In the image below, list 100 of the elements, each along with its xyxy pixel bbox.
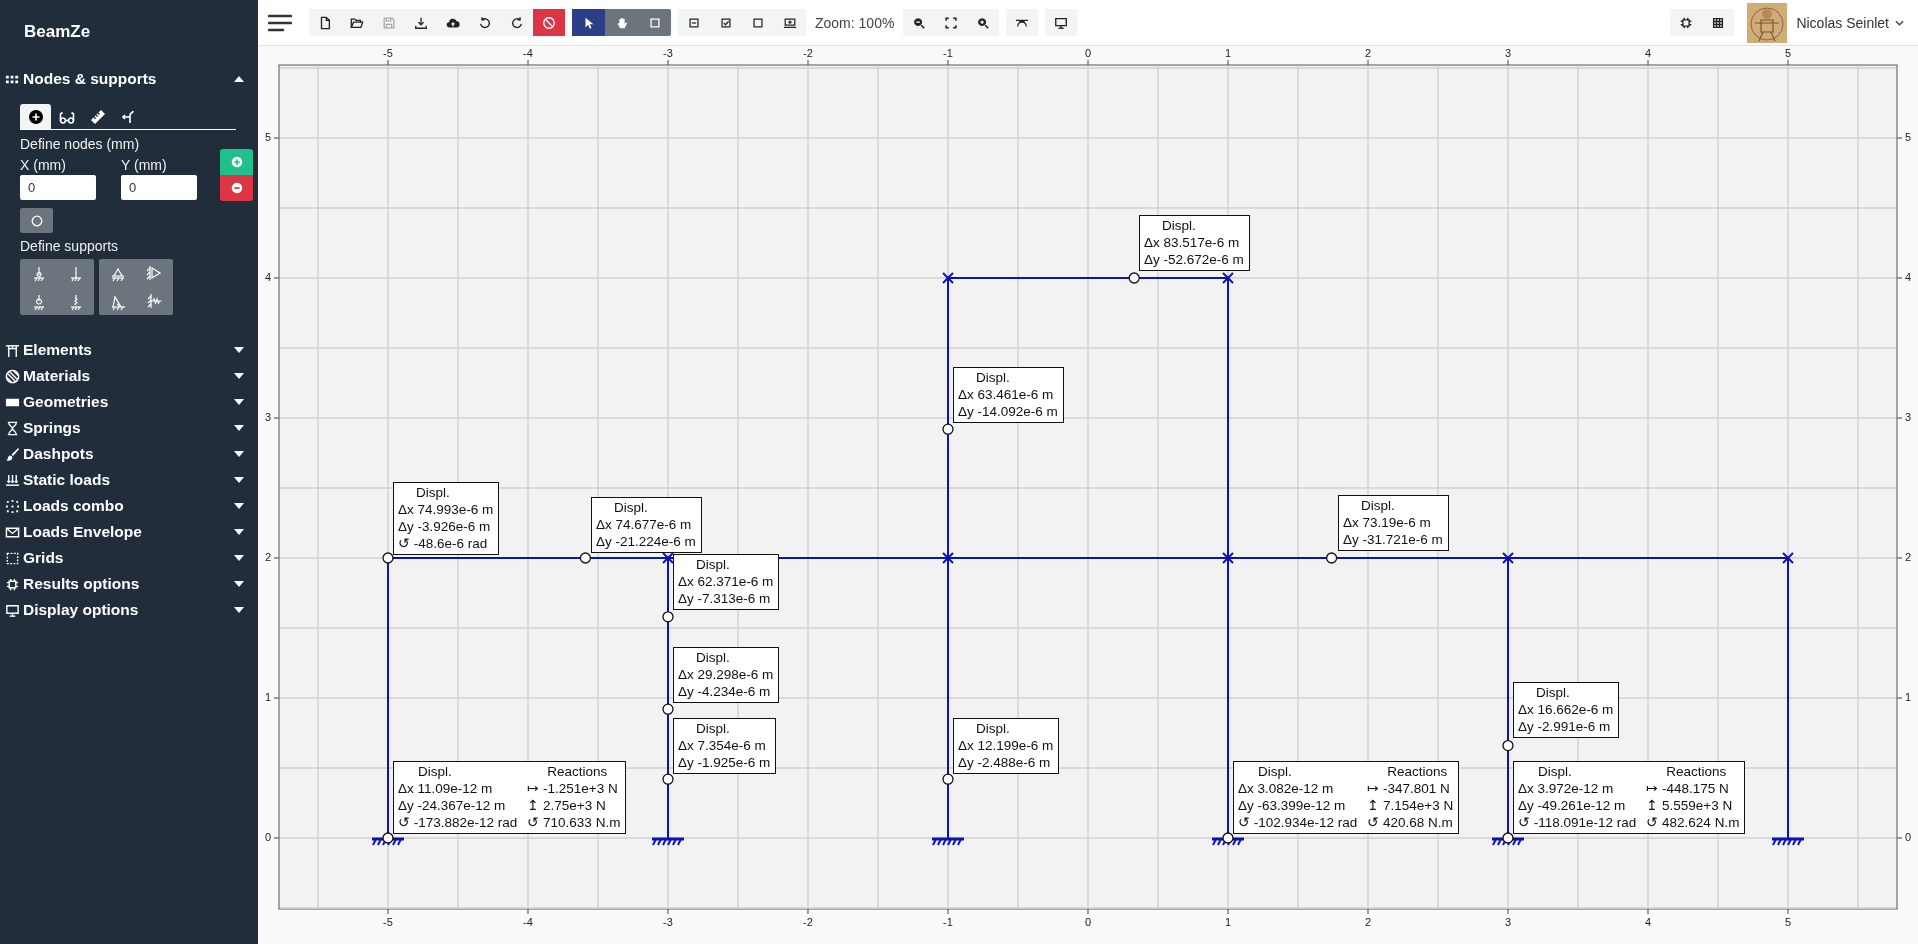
tab[interactable]	[20, 104, 51, 129]
joint-marker[interactable]	[942, 552, 954, 564]
caret-down-icon	[234, 503, 244, 509]
axis-label: 1	[264, 691, 272, 703]
section-header[interactable]: Loads Envelope	[0, 519, 258, 545]
displacement-label: Displ. Δx 12.199e-6 m Δy -2.488e-6 m	[953, 718, 1060, 774]
axis-label: 5	[1784, 916, 1792, 928]
section-header[interactable]: Elements	[0, 337, 258, 363]
fullscreen-icon	[944, 15, 959, 30]
section-header[interactable]: Materials	[0, 363, 258, 389]
avatar[interactable]	[1747, 2, 1788, 43]
brush-icon	[5, 446, 20, 462]
result-point[interactable]	[942, 423, 954, 435]
circle-button[interactable]	[20, 208, 53, 233]
result-point[interactable]	[382, 552, 394, 564]
axis-label: -4	[523, 47, 533, 59]
axis-label: 3	[1504, 47, 1512, 59]
result-point[interactable]	[579, 552, 592, 564]
result-point[interactable]	[1222, 832, 1234, 844]
square-icon	[647, 15, 662, 30]
menu-icon	[268, 12, 292, 33]
mode-button[interactable]	[572, 9, 605, 36]
axis-label: 3	[1504, 916, 1512, 928]
redo-icon	[510, 15, 524, 30]
result-point[interactable]	[1502, 832, 1514, 844]
axis-label: 2	[1364, 916, 1372, 928]
section-header[interactable]: Springs	[0, 415, 258, 441]
hourglass-icon	[5, 420, 20, 436]
section-header[interactable]: Grids	[0, 545, 258, 571]
displacement-label: Displ. Δx 29.298e-6 m Δy -4.234e-6 m	[673, 647, 780, 703]
result-point[interactable]	[382, 832, 394, 844]
axis-label: 0	[1904, 831, 1912, 843]
caret-down-icon	[234, 607, 244, 613]
joint-marker[interactable]	[662, 552, 674, 564]
axis-label: 4	[1904, 271, 1912, 283]
undo-icon	[478, 15, 492, 30]
axis-label: 4	[1644, 916, 1652, 928]
section-header[interactable]: Geometries	[0, 389, 258, 415]
caret-down-icon	[234, 399, 244, 405]
displacement-label: Displ. Δx 7.354e-6 m Δy -1.925e-6 m	[673, 718, 777, 774]
download-icon	[414, 15, 428, 30]
joint-marker[interactable]	[942, 272, 954, 284]
minus-icon	[229, 181, 244, 195]
result-point[interactable]	[662, 773, 674, 785]
support-symbol-icon	[145, 291, 164, 311]
section-header[interactable]: Nodes & supports	[0, 66, 258, 92]
joint-marker[interactable]	[1222, 552, 1234, 564]
caret-up-icon	[234, 76, 244, 82]
ruler-icon	[89, 108, 106, 125]
axis-label: -4	[523, 916, 533, 928]
result-point[interactable]	[662, 611, 674, 623]
fixed-support[interactable]	[1772, 837, 1804, 846]
joint-marker[interactable]	[1222, 272, 1234, 284]
axis-label: 4	[264, 271, 272, 283]
chevron-down-icon	[1895, 19, 1904, 26]
caret-down-icon	[234, 555, 244, 561]
fixed-support[interactable]	[652, 837, 684, 846]
axis-label: 3	[1904, 411, 1912, 423]
caret-down-icon	[234, 477, 244, 483]
plus-icon	[229, 155, 244, 169]
axis-label: -5	[383, 47, 393, 59]
caret-down-icon	[234, 451, 244, 457]
gate-icon	[5, 342, 20, 358]
minus-square-icon	[687, 15, 701, 30]
input-field[interactable]: 0	[20, 175, 96, 200]
section-header[interactable]: Static loads	[0, 467, 258, 493]
joint-marker[interactable]	[1782, 552, 1794, 564]
result-point[interactable]	[1325, 552, 1338, 564]
zoom-in-icon	[976, 15, 991, 30]
support-results-label: Displ. Δx 3.082e-12 m Δy -63.399e-12 m ↺ -102.934e-12 rad Reactions ↦ -347.801 N ↥ 7.154e+3 N ↺ 420.68 N.m	[1233, 761, 1460, 834]
monitor-plus-icon	[783, 15, 797, 30]
axis-label: -2	[803, 47, 813, 59]
field-label: X (mm)	[20, 157, 67, 173]
joint-marker[interactable]	[1502, 552, 1514, 564]
section-header[interactable]: Results options	[0, 571, 258, 597]
axis-label: 2	[1364, 47, 1372, 59]
displacement-label: Displ. Δx 73.19e-6 m Δy -31.721e-6 m	[1338, 495, 1449, 551]
section-header[interactable]: Dashpots	[0, 441, 258, 467]
remove-button[interactable]	[220, 175, 253, 201]
zoom-out-icon	[912, 15, 927, 30]
hatched-circle-icon	[5, 368, 20, 384]
support-results-label: Displ. Δx 11.09e-12 m Δy -24.367e-12 m ↺ -173.882e-12 rad Reactions ↦ -1.251e+3 N ↥ 2.75e+3 N ↺ 710.633 N.m	[393, 761, 627, 834]
user-menu[interactable]: Nicolas Seinlet	[1794, 14, 1906, 31]
displacement-label: Displ. Δx 74.677e-6 m Δy -21.224e-6 m	[591, 497, 702, 553]
floppy-icon	[382, 15, 396, 30]
displacement-label: Displ. Δx 62.371e-6 m Δy -7.313e-6 m	[673, 554, 780, 610]
section-header[interactable]: Loads combo	[0, 493, 258, 519]
fixed-support[interactable]	[932, 837, 964, 846]
result-point[interactable]	[1502, 739, 1514, 752]
axis-label: 3	[264, 411, 272, 423]
displacement-label: Displ. Δx 83.517e-6 m Δy -52.672e-6 m	[1139, 215, 1250, 271]
section-header[interactable]: Display options	[0, 597, 258, 623]
axis-label: 1	[1904, 691, 1912, 703]
axis-label: 1	[1224, 916, 1232, 928]
input-field[interactable]: 0	[121, 175, 197, 200]
result-point[interactable]	[662, 703, 674, 715]
axis-label: 0	[1084, 916, 1092, 928]
result-point[interactable]	[942, 773, 954, 785]
result-point[interactable]	[1128, 272, 1140, 284]
axis-label: 4	[1644, 47, 1652, 59]
